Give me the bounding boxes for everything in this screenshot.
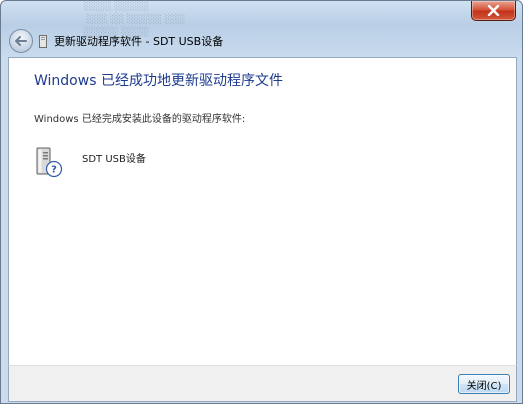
content-panel: Windows 已经成功地更新驱动程序文件 Windows 已经完成安装此设备的… bbox=[8, 57, 517, 366]
window-title-area: 更新驱动程序软件 - SDT USB设备 bbox=[39, 32, 223, 50]
back-button[interactable] bbox=[9, 29, 33, 53]
dialog-footer: 关闭(C) bbox=[8, 365, 517, 402]
dialog-window: ░░░░ ░░░░░ ░░░ ░░ ░░░░░ ░░░ ░░░░░ ░░░░ 更… bbox=[0, 0, 523, 404]
device-list-item: ? SDT USB设备 bbox=[34, 147, 146, 179]
page-heading: Windows 已经成功地更新驱动程序文件 bbox=[34, 73, 283, 89]
close-icon bbox=[487, 5, 500, 16]
svg-text:?: ? bbox=[51, 165, 57, 176]
back-arrow-icon bbox=[15, 36, 27, 46]
status-message: Windows 已经完成安装此设备的驱动程序软件: bbox=[34, 114, 246, 125]
device-name: SDT USB设备 bbox=[82, 154, 146, 165]
window-close-button[interactable] bbox=[471, 1, 516, 21]
device-tower-icon bbox=[39, 34, 47, 48]
window-title: 更新驱动程序软件 - SDT USB设备 bbox=[54, 35, 224, 48]
close-button[interactable]: 关闭(C) bbox=[458, 374, 510, 394]
unknown-device-computer-icon: ? bbox=[36, 147, 63, 178]
